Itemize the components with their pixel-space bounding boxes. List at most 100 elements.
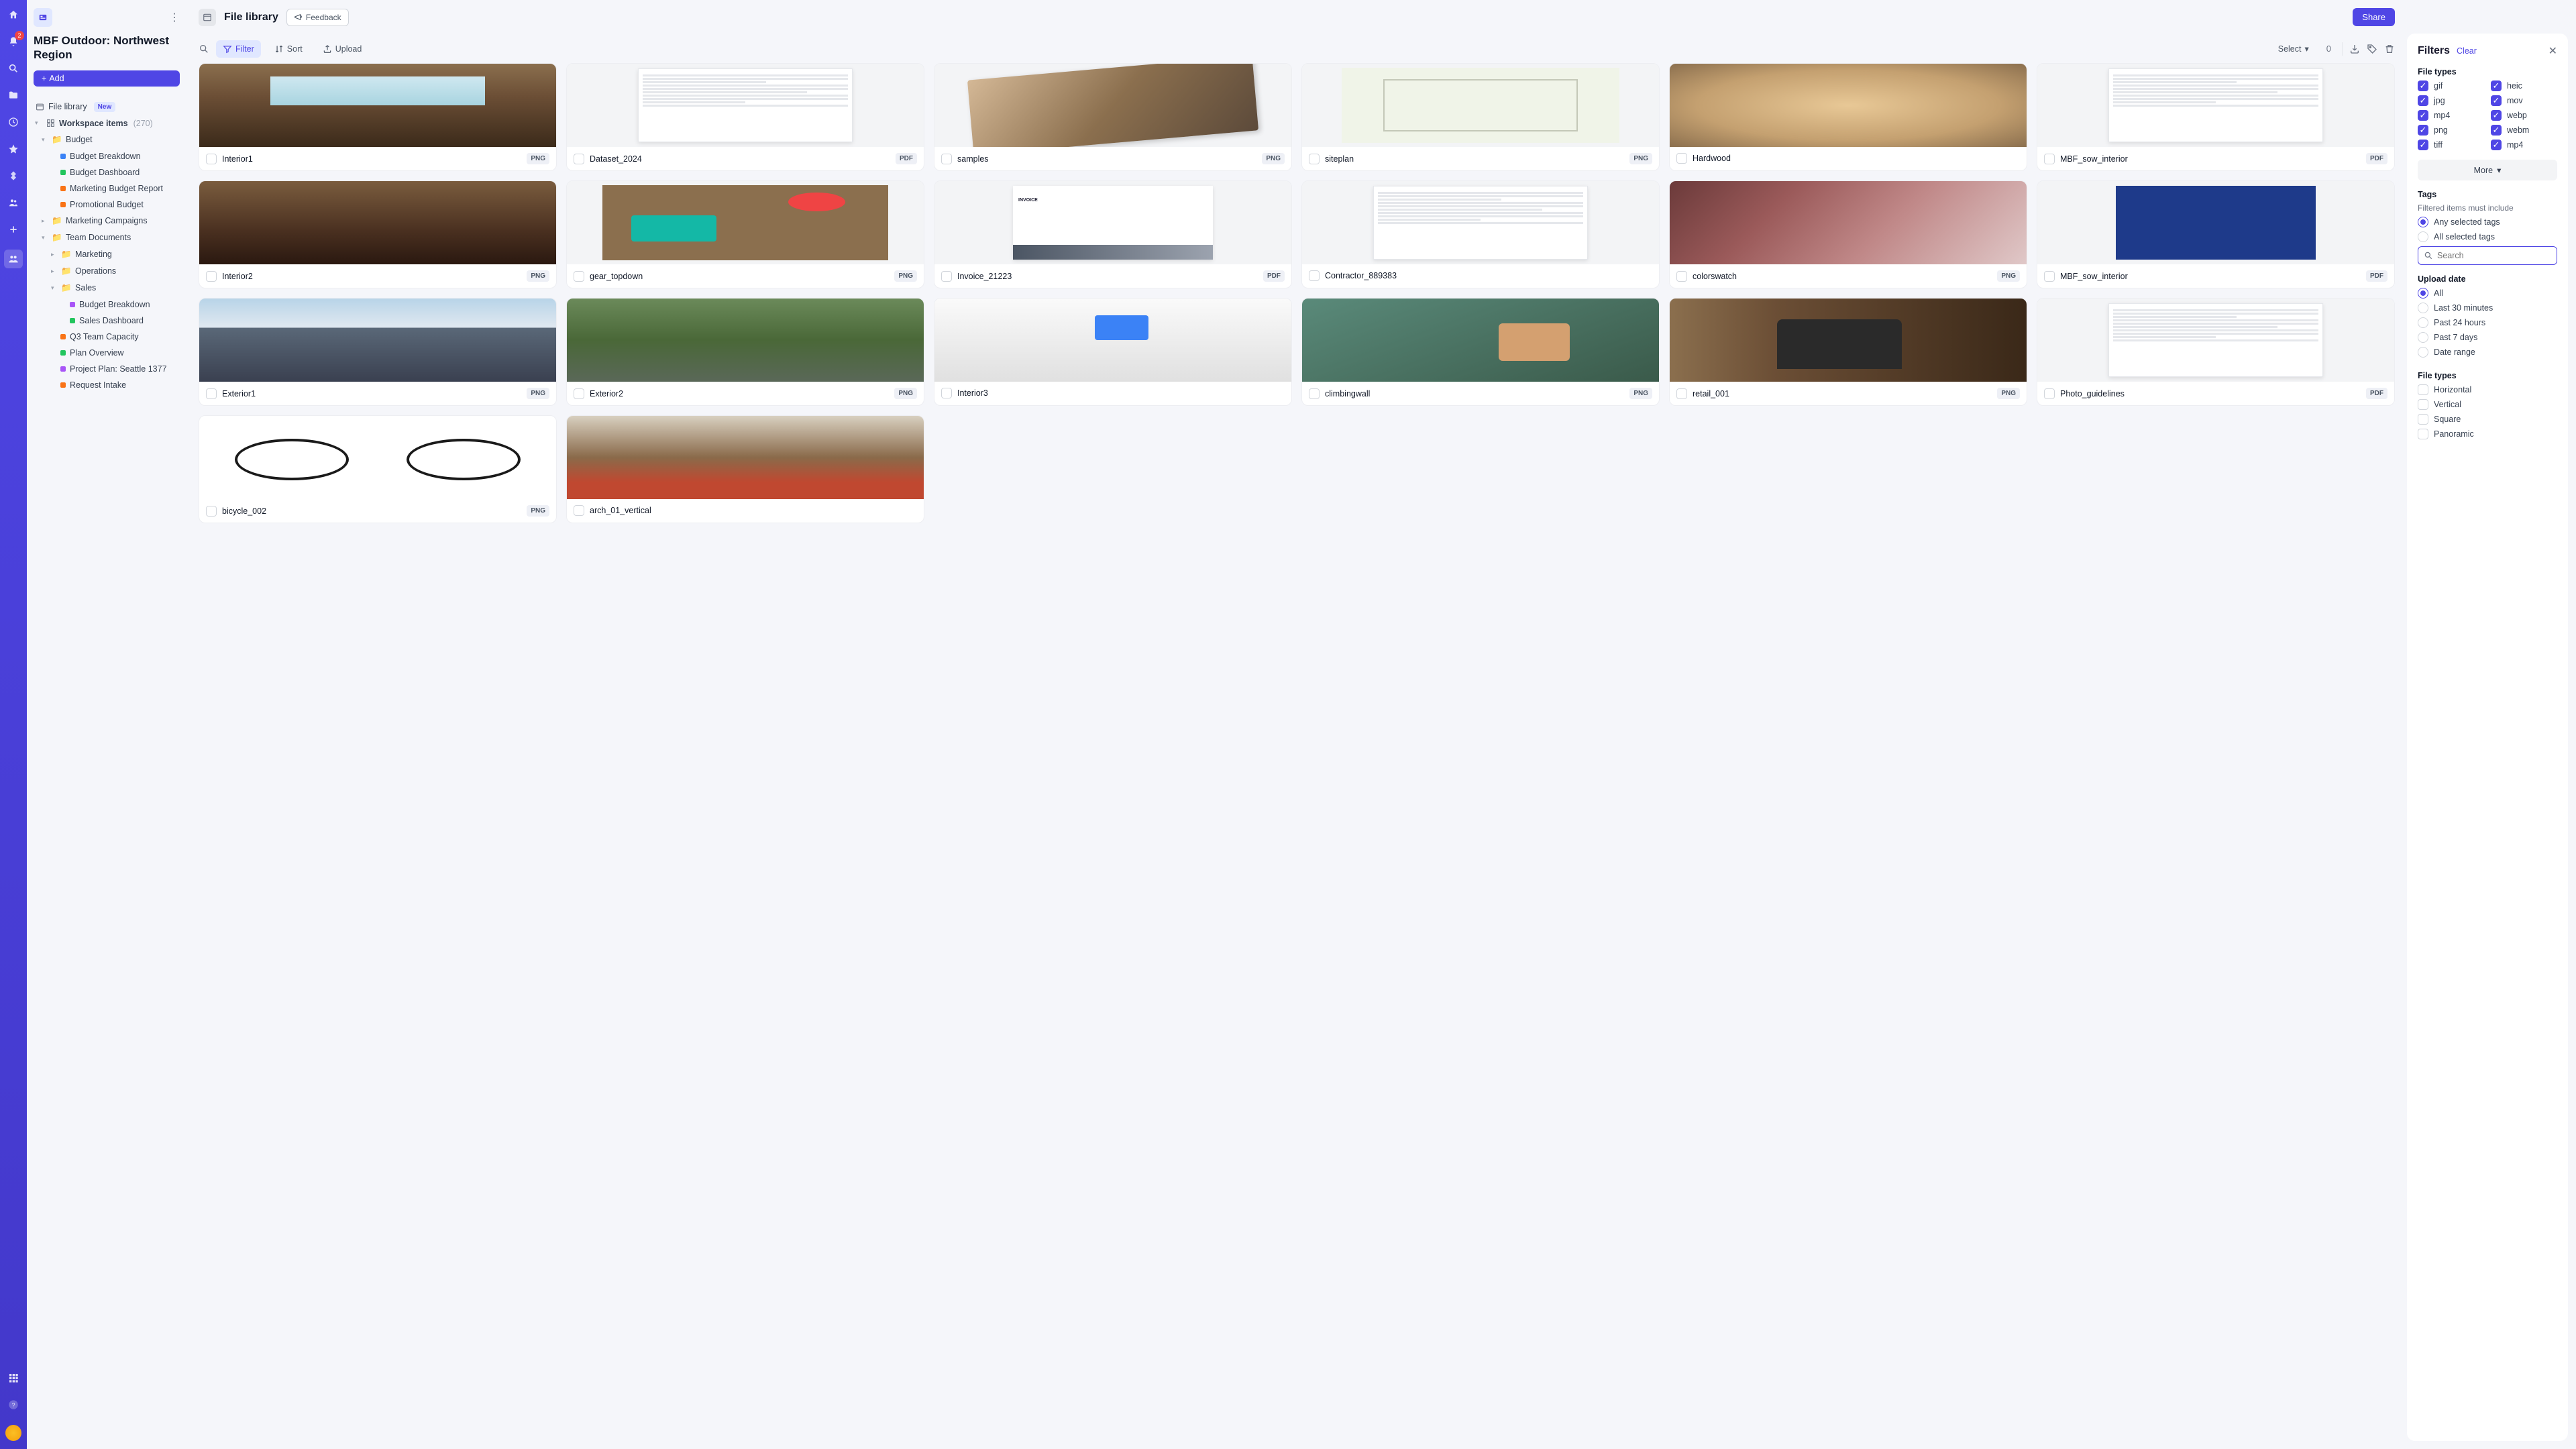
sidebar-item[interactable]: Marketing Budget Report (34, 180, 180, 197)
sidebar-item[interactable]: Budget Breakdown (34, 148, 180, 164)
people-icon[interactable] (7, 196, 20, 209)
file-card[interactable]: gear_topdown PNG (566, 180, 924, 288)
search-icon[interactable] (199, 44, 209, 54)
sidebar-folder-team-documents[interactable]: ▾📁Team Documents (34, 229, 180, 246)
home-icon[interactable] (7, 8, 20, 21)
file-card[interactable]: arch_01_vertical (566, 415, 924, 523)
sidebar-item[interactable]: Budget Dashboard (34, 164, 180, 180)
bell-icon[interactable]: 2 (7, 35, 20, 48)
file-checkbox[interactable] (206, 388, 217, 399)
file-checkbox[interactable] (1309, 154, 1320, 164)
clear-filters-button[interactable]: Clear (2457, 46, 2477, 56)
plus-icon[interactable] (7, 223, 20, 236)
sidebar-item[interactable]: Q3 Team Capacity (34, 329, 180, 345)
avatar[interactable] (5, 1425, 21, 1441)
feedback-button[interactable]: Feedback (286, 9, 349, 26)
date-radio[interactable]: Last 30 minutes (2418, 303, 2557, 313)
more-button[interactable]: More▾ (2418, 160, 2557, 180)
filetype-checkbox[interactable]: ✓webp (2491, 110, 2557, 121)
file-card[interactable]: Contractor_889383 (1301, 180, 1660, 288)
file-checkbox[interactable] (941, 154, 952, 164)
file-checkbox[interactable] (941, 388, 952, 398)
sidebar-file-library[interactable]: File library New (34, 99, 180, 115)
orientation-checkbox[interactable]: Vertical (2418, 399, 2557, 410)
sidebar-item[interactable]: Project Plan: Seattle 1377 (34, 361, 180, 377)
file-checkbox[interactable] (2044, 388, 2055, 399)
filetype-checkbox[interactable]: ✓mp4 (2491, 140, 2557, 150)
filetype-checkbox[interactable]: ✓jpg (2418, 95, 2484, 106)
file-checkbox[interactable] (1676, 388, 1687, 399)
filetype-checkbox[interactable]: ✓heic (2491, 80, 2557, 91)
file-checkbox[interactable] (1676, 271, 1687, 282)
file-checkbox[interactable] (2044, 271, 2055, 282)
folder-icon[interactable] (7, 89, 20, 102)
filetype-checkbox[interactable]: ✓tiff (2418, 140, 2484, 150)
clock-icon[interactable] (7, 115, 20, 129)
sidebar-item[interactable]: Request Intake (34, 377, 180, 393)
tag-search-input[interactable] (2437, 251, 2551, 260)
file-card[interactable]: MBF_sow_interior PDF (2037, 180, 2395, 288)
tags-any-radio[interactable]: Any selected tags (2418, 217, 2557, 227)
add-button[interactable]: +Add (34, 70, 180, 87)
sidebar-item[interactable]: Budget Breakdown (34, 297, 180, 313)
filetype-checkbox[interactable]: ✓webm (2491, 125, 2557, 136)
file-card[interactable]: Exterior1 PNG (199, 298, 557, 406)
file-card[interactable]: Interior3 (934, 298, 1292, 406)
file-checkbox[interactable] (574, 505, 584, 516)
date-radio[interactable]: All (2418, 288, 2557, 299)
sidebar-folder-marketing[interactable]: ▸📁Marketing (34, 246, 180, 263)
sidebar-workspace-items[interactable]: ▾ Workspace items (270) (34, 115, 180, 131)
sidebar-item[interactable]: Sales Dashboard (34, 313, 180, 329)
file-card[interactable]: Exterior2 PNG (566, 298, 924, 406)
workspace-icon[interactable] (34, 8, 52, 27)
filetype-checkbox[interactable]: ✓png (2418, 125, 2484, 136)
filetype-checkbox[interactable]: ✓mp4 (2418, 110, 2484, 121)
help-icon[interactable]: ? (7, 1398, 20, 1411)
diamond-icon[interactable] (7, 169, 20, 182)
file-card[interactable]: bicycle_002 PNG (199, 415, 557, 523)
upload-button[interactable]: Upload (316, 40, 369, 58)
orientation-checkbox[interactable]: Panoramic (2418, 429, 2557, 439)
date-radio[interactable]: Past 7 days (2418, 332, 2557, 343)
file-card[interactable]: samples PNG (934, 63, 1292, 171)
file-card[interactable]: Hardwood (1669, 63, 2027, 171)
file-checkbox[interactable] (2044, 154, 2055, 164)
sidebar-folder-operations[interactable]: ▸📁Operations (34, 263, 180, 280)
sidebar-item[interactable]: Plan Overview (34, 345, 180, 361)
file-card[interactable]: INVOICE Invoice_21223 PDF (934, 180, 1292, 288)
sidebar-folder-sales[interactable]: ▾📁Sales (34, 280, 180, 297)
filetype-checkbox[interactable]: ✓mov (2491, 95, 2557, 106)
close-icon[interactable]: ✕ (2548, 44, 2557, 58)
file-card[interactable]: Dataset_2024 PDF (566, 63, 924, 171)
tag-search[interactable] (2418, 246, 2557, 265)
file-checkbox[interactable] (941, 271, 952, 282)
star-icon[interactable] (7, 142, 20, 156)
share-button[interactable]: Share (2353, 8, 2395, 26)
orientation-checkbox[interactable]: Horizontal (2418, 384, 2557, 395)
file-checkbox[interactable] (1309, 388, 1320, 399)
file-checkbox[interactable] (574, 388, 584, 399)
file-card[interactable]: retail_001 PNG (1669, 298, 2027, 406)
tag-icon[interactable] (2367, 44, 2377, 54)
date-radio[interactable]: Date range (2418, 347, 2557, 358)
download-icon[interactable] (2349, 44, 2360, 54)
sidebar-folder-budget[interactable]: ▾📁Budget (34, 131, 180, 148)
file-checkbox[interactable] (1676, 153, 1687, 164)
file-card[interactable]: climbingwall PNG (1301, 298, 1660, 406)
search-icon[interactable] (7, 62, 20, 75)
file-card[interactable]: colorswatch PNG (1669, 180, 2027, 288)
sidebar-folder-marketing-campaigns[interactable]: ▸📁Marketing Campaigns (34, 213, 180, 229)
sort-button[interactable]: Sort (268, 40, 309, 58)
sidebar-item[interactable]: Promotional Budget (34, 197, 180, 213)
team-icon[interactable] (4, 250, 23, 268)
file-checkbox[interactable] (574, 271, 584, 282)
filter-button[interactable]: Filter (216, 40, 261, 58)
filetype-checkbox[interactable]: ✓gif (2418, 80, 2484, 91)
file-checkbox[interactable] (206, 506, 217, 517)
select-dropdown[interactable]: Select▾ (2271, 40, 2316, 58)
file-checkbox[interactable] (206, 154, 217, 164)
file-card[interactable]: MBF_sow_interior PDF (2037, 63, 2395, 171)
file-checkbox[interactable] (574, 154, 584, 164)
more-menu-icon[interactable]: ⋮ (169, 11, 180, 24)
file-checkbox[interactable] (1309, 270, 1320, 281)
